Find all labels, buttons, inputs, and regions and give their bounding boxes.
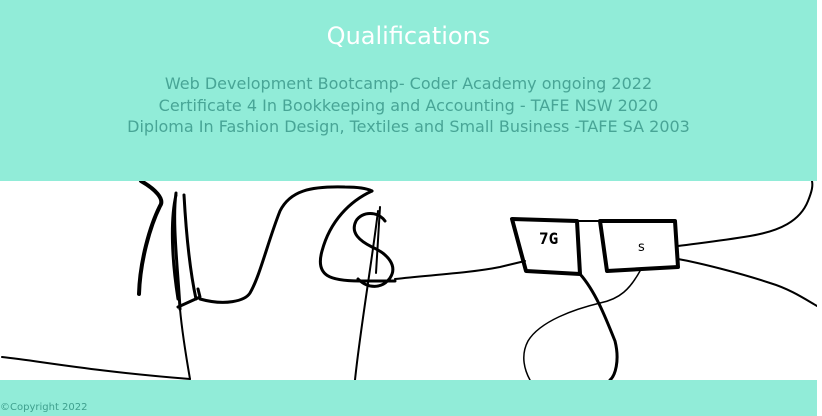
qualifications-list: Web Development Bootcamp- Coder Academy … bbox=[0, 73, 817, 138]
qualification-item: Certificate 4 In Bookkeeping and Account… bbox=[158, 95, 659, 115]
qualification-item: Diploma In Fashion Design, Textiles and … bbox=[127, 117, 690, 136]
qualifications-section: Qualifications Web Development Bootcamp-… bbox=[0, 0, 817, 181]
box-1-label: 7G bbox=[539, 229, 558, 248]
dress-panel bbox=[170, 191, 198, 311]
dress-hem bbox=[176, 287, 202, 309]
copyright-text: ©Copyright 2022 bbox=[0, 402, 88, 413]
dress-outline bbox=[137, 179, 164, 296]
dress-skirt bbox=[179, 308, 191, 380]
qualification-item: Web Development Bootcamp- Coder Academy … bbox=[164, 74, 653, 93]
right-edge bbox=[817, 0, 822, 416]
line-drawing-illustration: 7G s bbox=[0, 179, 818, 382]
ground-line bbox=[1, 356, 191, 380]
section-title: Qualifications bbox=[326, 22, 491, 50]
connector-line-4 bbox=[677, 180, 814, 247]
connector-line-2 bbox=[394, 260, 526, 280]
crossing-line-1 bbox=[578, 272, 619, 382]
box-2-label: s bbox=[638, 240, 645, 255]
line-drawing-svg: 7G s bbox=[1, 179, 818, 382]
connector-line-1 bbox=[198, 185, 374, 304]
connector-line-5 bbox=[677, 258, 818, 307]
crossing-line-2 bbox=[523, 270, 641, 381]
footer bbox=[0, 380, 817, 416]
